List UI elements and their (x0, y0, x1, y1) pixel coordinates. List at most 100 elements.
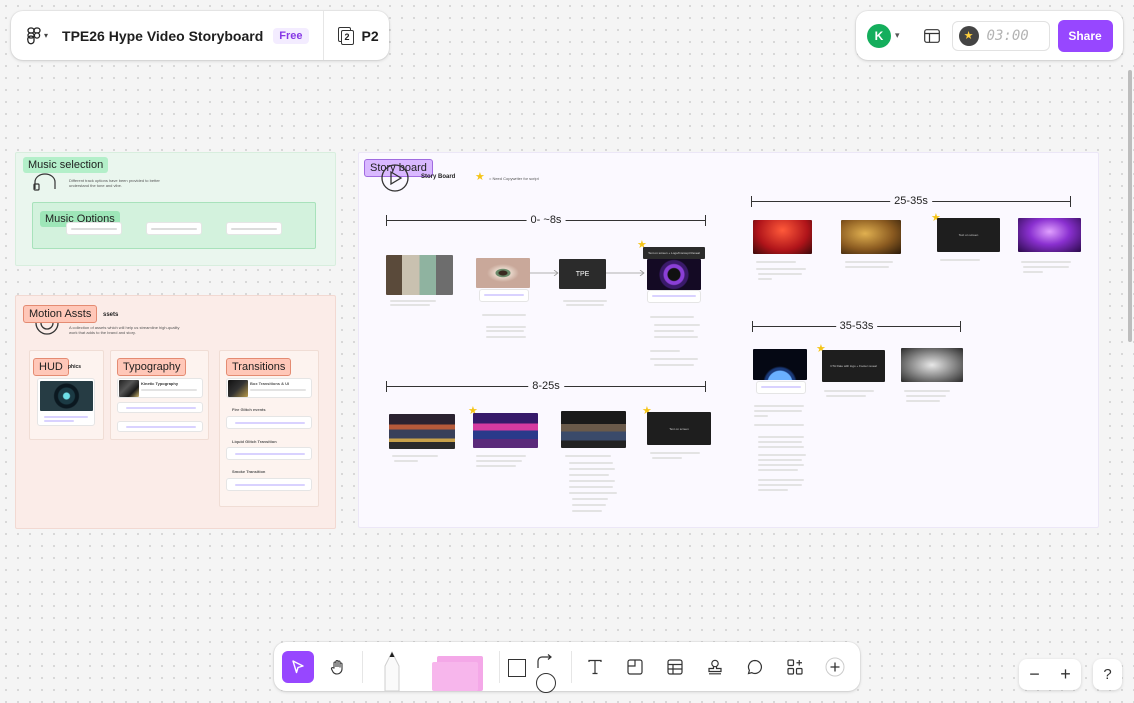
text-on-screen-frame[interactable]: Text on screen (647, 412, 711, 445)
transitions-preview-image (228, 380, 248, 397)
frame-link-card[interactable] (756, 381, 806, 394)
eye-closeup-image[interactable] (476, 258, 530, 288)
typography-preview-image (119, 380, 139, 397)
comment-tool-button[interactable] (739, 651, 771, 683)
music-selection-label[interactable]: Music selection (23, 157, 109, 173)
help-button[interactable]: ? (1093, 659, 1122, 690)
tpe-logo-frame[interactable]: TPE (559, 259, 606, 289)
circle-icon (536, 673, 556, 693)
vertical-scrollbar[interactable] (1128, 70, 1132, 342)
text-on-screen-frame[interactable]: Text on screen (937, 218, 1000, 252)
shape-tool-button[interactable] (506, 652, 556, 693)
timer-icon: ★ (958, 25, 979, 46)
add-button[interactable] (819, 651, 851, 683)
timer-widget[interactable]: ★ 03:00 (951, 20, 1050, 51)
timeline-label: 25-35s (890, 195, 932, 207)
typography-link-card[interactable] (117, 402, 203, 413)
toolbar-divider (362, 651, 363, 683)
more-tools-button[interactable] (779, 651, 811, 683)
hud-label[interactable]: HUD (33, 358, 69, 376)
hand-icon (330, 659, 343, 675)
transitions-subheading: Liquid Glitch Transition (232, 439, 277, 444)
motion-assets-title: ssets (103, 312, 119, 318)
music-option-card[interactable] (146, 222, 202, 235)
earth-image[interactable] (753, 349, 807, 380)
plan-badge[interactable]: Free (273, 27, 309, 44)
smoke-image[interactable] (901, 348, 963, 382)
stamp-icon (708, 659, 722, 675)
file-title[interactable]: TPE26 Hype Video Storyboard (62, 28, 263, 44)
storyboard-frame-image[interactable] (753, 220, 812, 254)
typography-label[interactable]: Typography (117, 358, 187, 376)
storyboard-frame-image[interactable] (473, 413, 538, 448)
transitions-link-card[interactable] (226, 478, 312, 491)
section-icon (627, 659, 643, 675)
typography-link-card[interactable] (117, 421, 203, 432)
page-name: P2 (361, 27, 379, 44)
pages-icon: 2 (337, 26, 354, 45)
storyboard-frame-image[interactable] (1018, 218, 1081, 252)
zoom-out-button[interactable]: − (1029, 664, 1040, 685)
transitions-link-card[interactable] (226, 447, 312, 460)
figma-logo-icon (27, 26, 41, 44)
headphones-icon (33, 173, 56, 191)
widgets-icon (787, 659, 803, 675)
storyboard-title: Story Board (421, 174, 456, 180)
storyboard-frame-image[interactable] (386, 255, 453, 295)
square-icon (508, 659, 526, 677)
comment-icon (747, 659, 763, 675)
frame-link-card[interactable] (647, 290, 701, 303)
storyboard-frame-image[interactable] (841, 220, 901, 254)
transitions-link-card[interactable] (226, 416, 312, 429)
transitions-asset-card[interactable]: Box Transitions & UI (226, 378, 312, 398)
pencil-tool-button[interactable] (380, 650, 404, 692)
transitions-label[interactable]: Transitions (226, 358, 292, 376)
move-tool-button[interactable] (282, 651, 314, 683)
timeline-label: 35-53s (835, 320, 878, 332)
callout-text-frame[interactable]: Text on screen + Logo/Concept Reveal (643, 247, 705, 259)
sticky-note-tool-button[interactable] (431, 654, 485, 691)
timer-display: 03:00 (986, 27, 1029, 44)
timeline-label: 8-25s (528, 380, 564, 392)
cta-frame[interactable]: CTA Date with logo + Footer reveal (822, 350, 885, 382)
section-tool-button[interactable] (619, 651, 651, 683)
hud-asset-card[interactable] (37, 378, 95, 426)
toolbar-divider (571, 651, 572, 683)
timeline-label: 0- ~8s (526, 214, 566, 226)
avatar[interactable]: K (867, 23, 891, 48)
main-menu-button[interactable]: ▾ (27, 26, 49, 45)
frame-link-card[interactable] (479, 289, 529, 302)
zoom-in-button[interactable]: + (1060, 664, 1071, 685)
table-icon (667, 659, 683, 675)
timeline-ruler: 8-25s (386, 380, 706, 392)
timeline-ruler: 0- ~8s (386, 214, 706, 226)
music-option-card[interactable] (66, 222, 122, 235)
storyboard-section[interactable] (358, 152, 1099, 528)
plus-circle-icon (825, 657, 845, 677)
play-icon (381, 164, 409, 192)
toolbar-divider (322, 11, 324, 60)
storyboard-frame-image[interactable] (389, 414, 455, 449)
chevron-down-icon: ▾ (44, 31, 49, 40)
typography-asset-card[interactable]: Kinetic Typography (117, 378, 203, 398)
concept-reveal-image[interactable] (647, 259, 701, 290)
page-selector[interactable]: 2 P2 (337, 26, 379, 45)
share-button[interactable]: Share (1057, 19, 1113, 52)
table-tool-button[interactable] (659, 651, 691, 683)
text-icon (588, 659, 602, 675)
storyboard-frame-image[interactable] (561, 411, 626, 448)
hand-tool-button[interactable] (322, 651, 354, 683)
connector-arrow-icon (537, 654, 552, 668)
arrow-connector (606, 270, 645, 276)
toolbar-divider (499, 651, 500, 683)
file-toolbar: ▾ TPE26 Hype Video Storyboard Free 2 P2 (11, 11, 389, 60)
whiteboard-canvas[interactable]: Music selection Different track options … (0, 0, 1134, 703)
music-option-card[interactable] (226, 222, 282, 235)
chevron-down-icon[interactable]: ▾ (895, 30, 900, 41)
text-tool-button[interactable] (579, 651, 611, 683)
stamp-tool-button[interactable] (699, 651, 731, 683)
motion-assets-label[interactable]: Motion Assts (23, 305, 98, 323)
layout-panel-icon[interactable] (923, 28, 940, 43)
collaboration-toolbar: K ▾ ★ 03:00 Share (856, 11, 1123, 60)
bottom-toolbar (274, 642, 860, 693)
